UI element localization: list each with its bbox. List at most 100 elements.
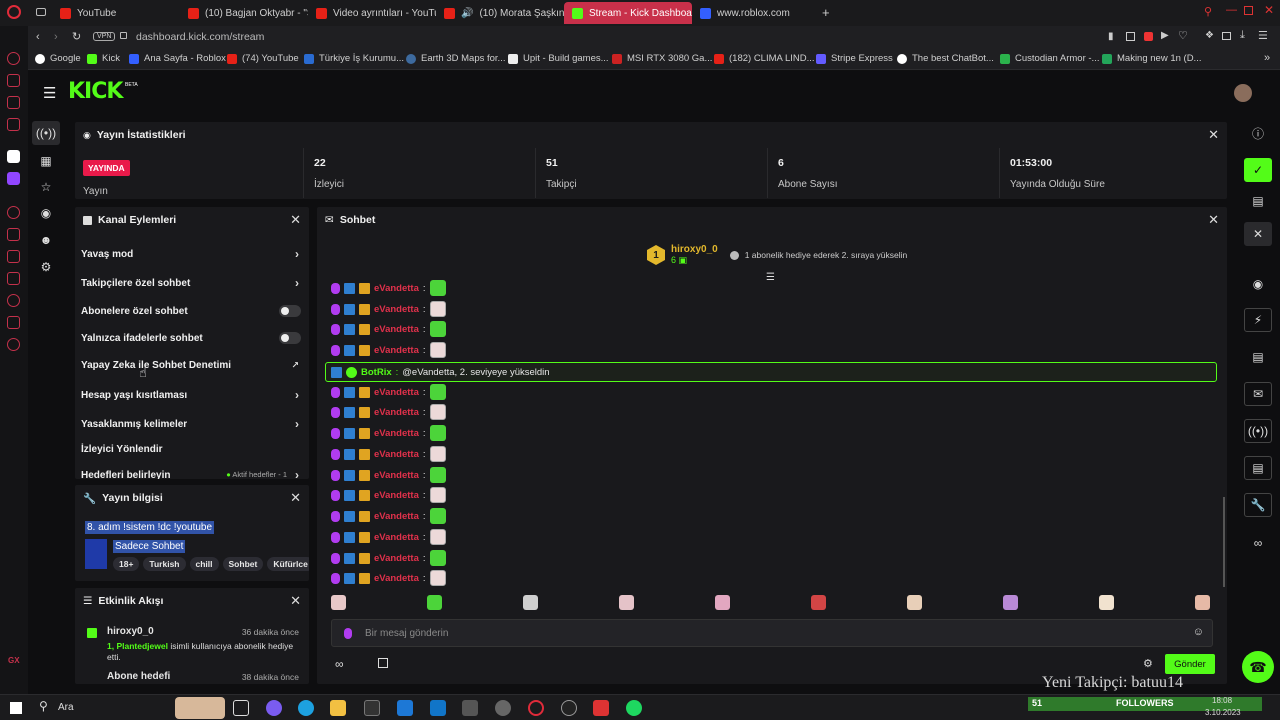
bookmark-roblox[interactable]: Ana Sayfa - Roblox — [129, 53, 226, 64]
gx-icon[interactable]: GX — [8, 656, 20, 665]
aria-icon[interactable] — [7, 74, 20, 87]
emote-picker-item[interactable] — [523, 595, 538, 610]
close-window-icon[interactable]: ✕ — [1264, 3, 1274, 17]
goals-row[interactable]: Hedefleri belirleyin ● Aktif hedefler - … — [81, 464, 301, 479]
opera-logo-icon[interactable] — [7, 5, 21, 19]
chat-username[interactable]: eVandetta — [374, 573, 419, 584]
twitch-icon[interactable] — [7, 172, 20, 185]
emote-picker-item[interactable] — [907, 595, 922, 610]
taskbar-search-icon[interactable]: ⚲ — [39, 699, 48, 713]
new-tab-icon[interactable]: + — [822, 5, 830, 20]
chat-username[interactable]: eVandetta — [374, 428, 419, 439]
tab-roblox[interactable]: www.roblox.com — [692, 2, 820, 24]
clock-date[interactable]: 3.10.2023 — [1205, 708, 1241, 717]
edge-icon[interactable] — [298, 700, 314, 716]
host-row[interactable]: İzleyici Yönlendir — [81, 438, 301, 460]
emote-picker-item[interactable] — [1099, 595, 1114, 610]
chat-username[interactable]: eVandetta — [374, 387, 419, 398]
messenger-icon[interactable] — [7, 96, 20, 109]
green-emote-icon[interactable] — [429, 550, 446, 566]
archive-icon[interactable]: ▤ — [1244, 456, 1272, 480]
obs-icon[interactable] — [561, 700, 577, 716]
green-emote-icon[interactable] — [429, 467, 446, 483]
bookmark-chatbot[interactable]: The best ChatBot... — [897, 53, 994, 64]
activity-user[interactable]: Abone hedefi — [107, 671, 170, 682]
snapshot-icon[interactable] — [1126, 32, 1135, 41]
close-icon[interactable]: ✕ — [1208, 212, 1219, 228]
vpn-badge[interactable]: VPN — [93, 32, 116, 41]
red-emote-icon[interactable] — [429, 342, 446, 358]
terminal-icon[interactable] — [364, 700, 380, 716]
bookmark-iskur[interactable]: Türkiye İş Kurumu... — [304, 53, 404, 64]
history-icon[interactable] — [7, 294, 20, 307]
settings-icon[interactable]: ⚙ — [32, 255, 60, 279]
support-icon[interactable]: ☎ — [1242, 651, 1274, 683]
spotify-icon[interactable] — [626, 700, 642, 716]
green-emote-icon[interactable] — [429, 508, 446, 524]
menu-icon[interactable]: ☰ — [1258, 29, 1268, 42]
store-icon[interactable] — [378, 658, 388, 668]
camera-icon[interactable]: ◉ — [1244, 272, 1272, 296]
check-icon[interactable]: ✓ — [1244, 158, 1272, 182]
clock-time[interactable]: 18:08 — [1212, 696, 1232, 705]
green-emote-icon[interactable] — [429, 425, 446, 441]
photos-icon[interactable] — [397, 700, 413, 716]
analytics-icon[interactable]: ▦ — [32, 149, 60, 173]
emote-picker-item[interactable] — [331, 595, 346, 610]
speed-dial-icon[interactable] — [7, 52, 20, 65]
copilot-icon[interactable] — [266, 700, 282, 716]
opera-gx-icon[interactable] — [528, 700, 544, 716]
chat-username[interactable]: eVandetta — [374, 304, 419, 315]
shield-icon[interactable] — [1144, 32, 1153, 41]
green-emote-icon[interactable] — [429, 321, 446, 337]
chat-username[interactable]: eVandetta — [374, 449, 419, 460]
layout-icon[interactable]: ▤ — [1244, 189, 1272, 213]
tab-youtube[interactable]: YouTube — [52, 2, 180, 24]
community-icon[interactable]: ☻ — [32, 228, 60, 252]
emote-picker-item[interactable] — [811, 595, 826, 610]
bookmark-making[interactable]: Making new 1n (D... — [1102, 53, 1201, 64]
tab-video-details[interactable]: Video ayrıntıları - YouTub — [308, 2, 436, 24]
workspaces-icon[interactable] — [7, 228, 20, 241]
bookmark-google[interactable]: Google — [35, 53, 81, 64]
info-icon[interactable]: ⓘ — [1244, 121, 1272, 145]
chat-rail-icon[interactable]: ✉ — [1244, 382, 1272, 406]
chat-username[interactable]: eVandetta — [374, 283, 419, 294]
chat-username[interactable]: eVandetta — [374, 407, 419, 418]
wallet-icon[interactable] — [1222, 32, 1231, 40]
green-emote-icon[interactable] — [429, 384, 446, 400]
emote-picker-item[interactable] — [1195, 595, 1210, 610]
quick-emote-icon[interactable]: ∞ — [335, 657, 344, 671]
emotes-only-toggle[interactable] — [279, 332, 301, 344]
camera-rail-icon[interactable]: ◉ — [32, 201, 60, 225]
task-view-icon[interactable] — [233, 700, 249, 716]
tab-kick-dashboard[interactable]: Stream - Kick Dashboard — [564, 2, 692, 24]
maximize-icon[interactable] — [1244, 6, 1253, 15]
url-field[interactable]: dashboard.kick.com/stream — [136, 31, 264, 43]
forward-icon[interactable]: › — [54, 31, 58, 43]
activity-user[interactable]: hiroxy0_0 — [107, 626, 154, 637]
extensions-sidebar-icon[interactable] — [7, 316, 20, 329]
calculator-icon[interactable] — [462, 700, 478, 716]
emoji-icon[interactable]: ☺ — [1193, 626, 1204, 638]
send-button[interactable]: Gönder — [1165, 654, 1215, 674]
instagram-icon[interactable] — [7, 118, 20, 131]
bookmark-upit[interactable]: Upit - Build games... — [508, 53, 609, 64]
green-emote-icon[interactable] — [429, 280, 446, 296]
bookmark-msi[interactable]: MSI RTX 3080 Ga... — [612, 53, 712, 64]
bookmark-stripe[interactable]: Stripe Express — [816, 53, 893, 64]
search-tabs-icon[interactable]: ⚲ — [1204, 5, 1212, 18]
leaderboard-user[interactable]: hiroxy0_0 — [671, 244, 718, 255]
streamlabs-icon[interactable] — [593, 700, 609, 716]
extensions-icon[interactable]: ❖ — [1205, 30, 1214, 41]
lightning-icon[interactable]: ⚡ — [1244, 308, 1272, 332]
stream-title[interactable]: 8. adım !sistem !dc !youtube — [85, 521, 215, 534]
more-bookmarks-icon[interactable]: » — [1264, 52, 1270, 64]
chat-username[interactable]: eVandetta — [374, 553, 419, 564]
heart-icon[interactable]: ♡ — [1178, 29, 1188, 42]
subscribers-only-toggle[interactable] — [279, 305, 301, 317]
broadcast-rail-icon[interactable]: ((•)) — [1244, 419, 1272, 443]
camera-icon[interactable]: ▮ — [1108, 31, 1114, 42]
kick-sidebar-icon[interactable] — [7, 150, 20, 163]
wrench-rail-icon[interactable]: 🔧 — [1244, 493, 1272, 517]
